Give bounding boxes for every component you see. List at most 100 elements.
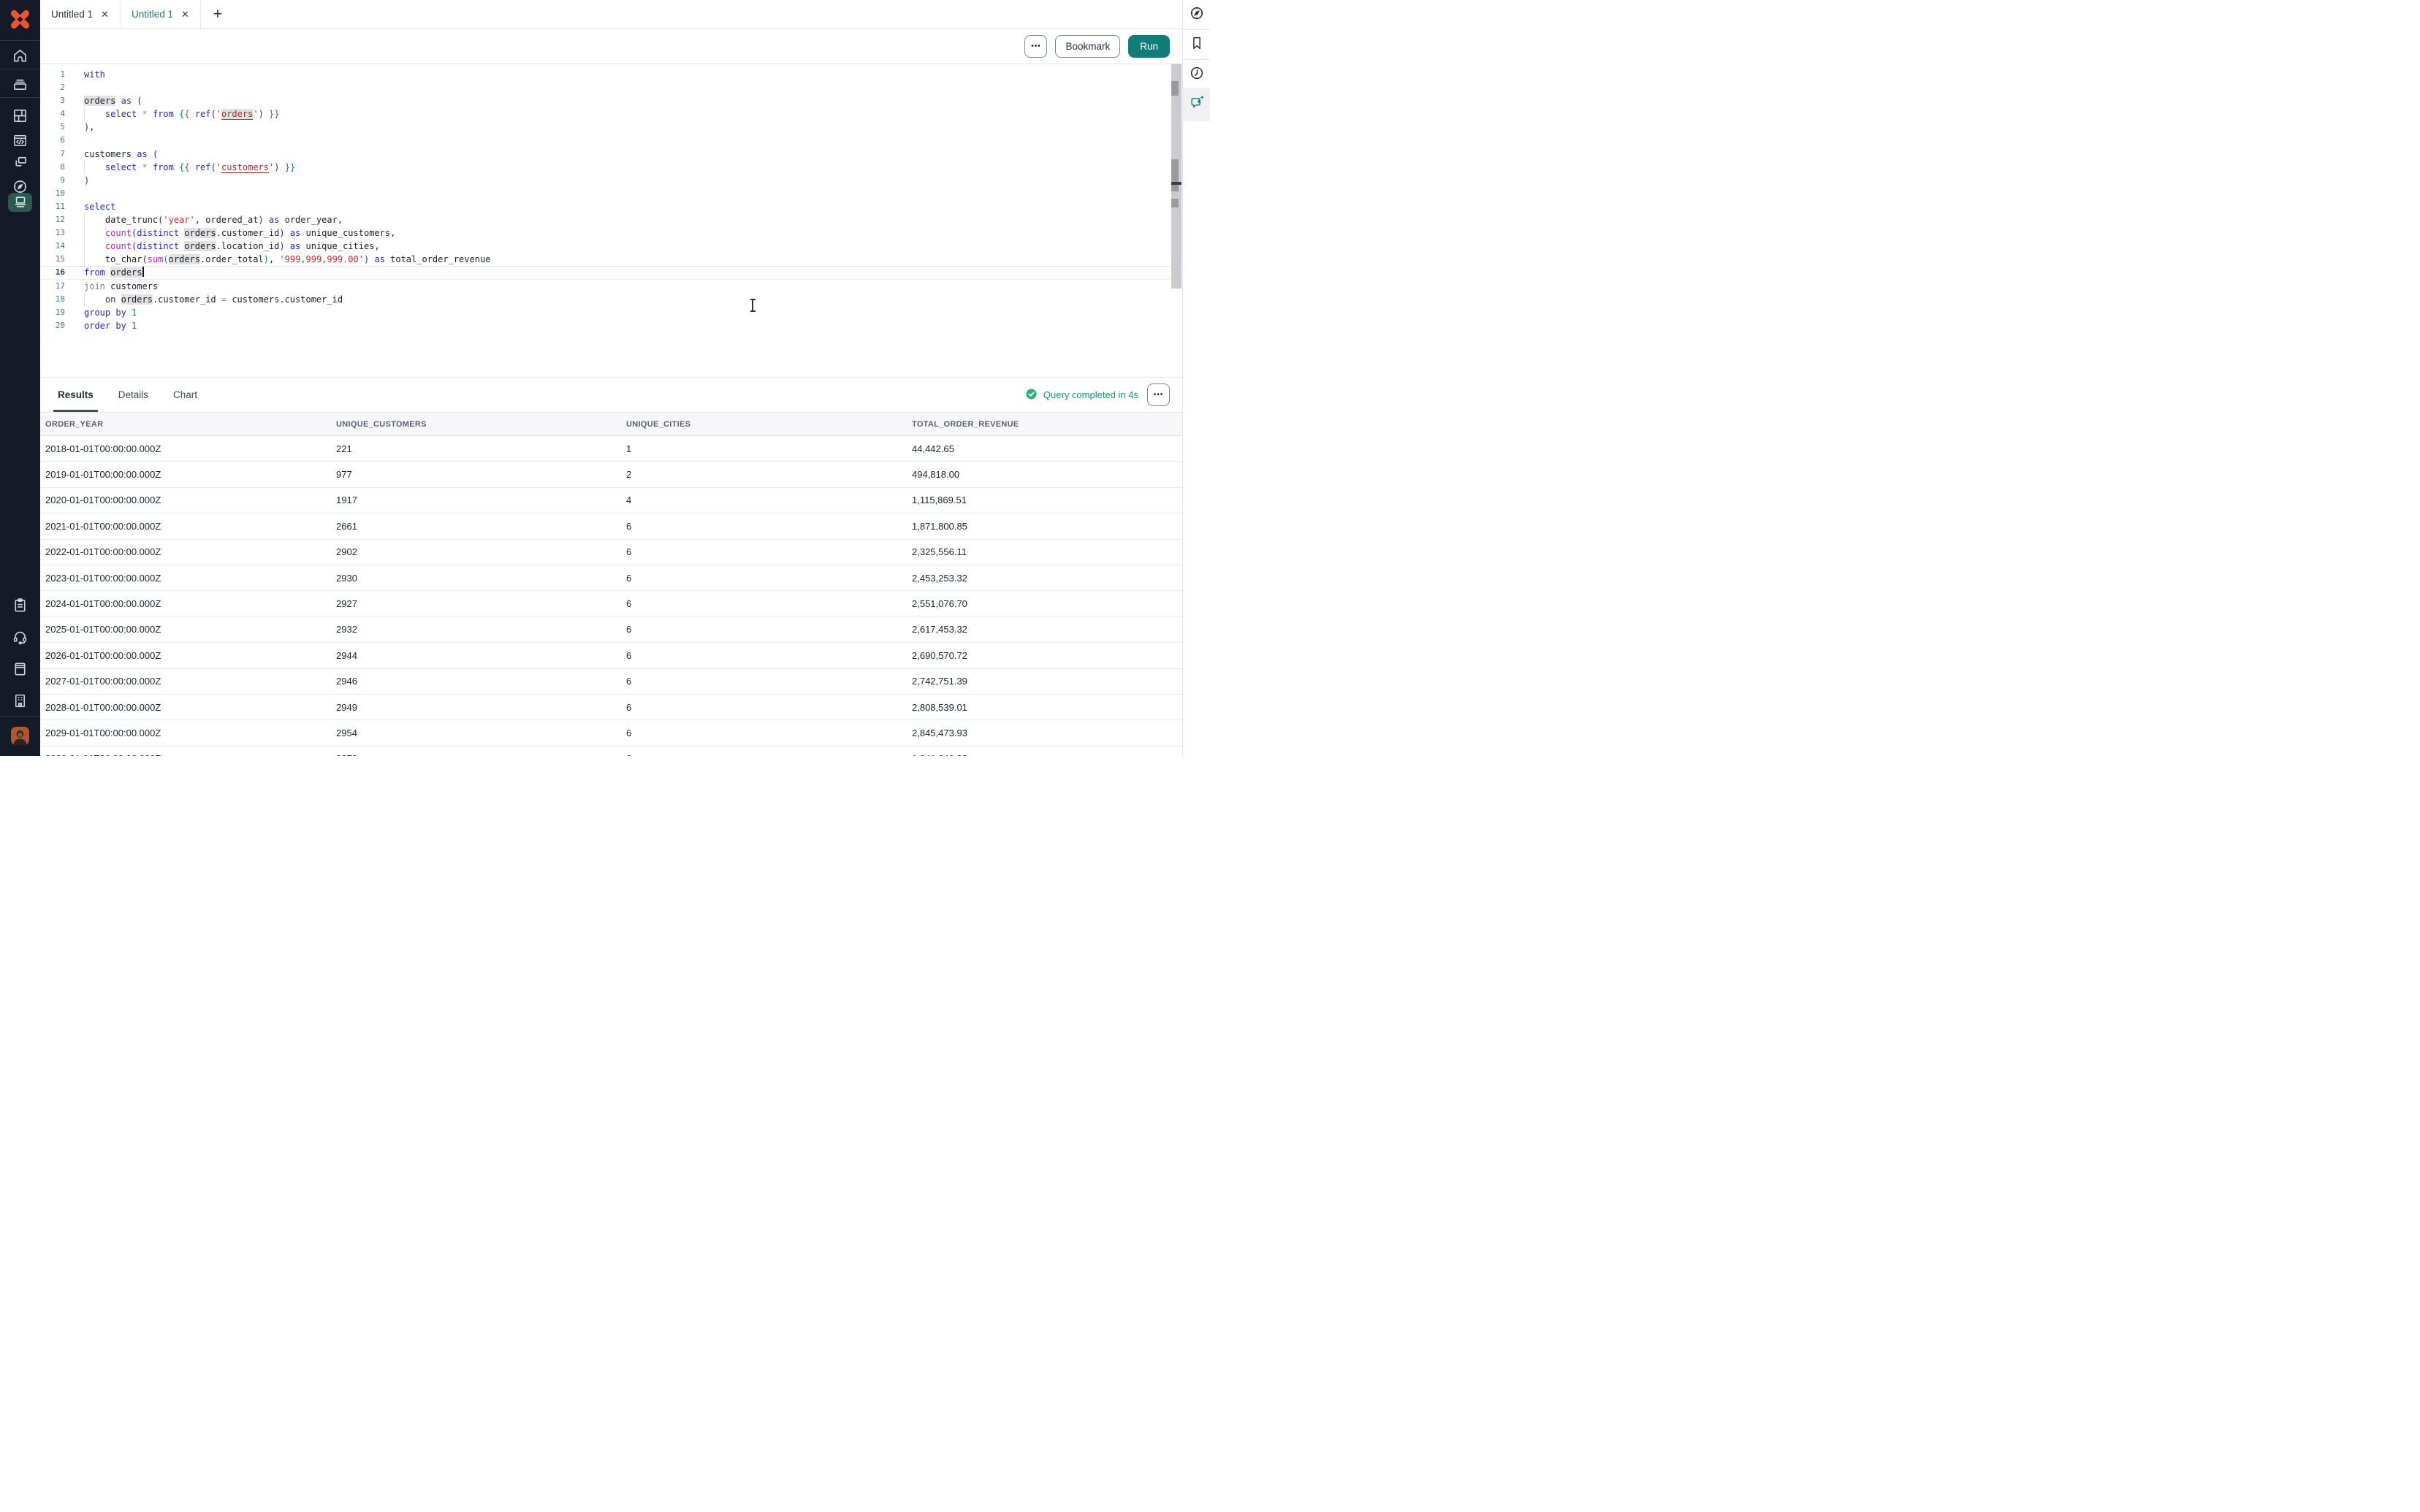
token: by xyxy=(115,308,126,318)
line-number: 6 xyxy=(40,134,65,147)
token: sum xyxy=(148,254,164,264)
sidebar-item-organization[interactable] xyxy=(0,687,40,714)
scroll-mark xyxy=(1171,199,1179,207)
sidebar-item-explore-right[interactable] xyxy=(1183,0,1210,29)
code-line[interactable]: 10 xyxy=(40,187,1182,200)
tab-details[interactable]: Details xyxy=(114,378,153,412)
sidebar-item-notebook-active[interactable] xyxy=(8,193,32,212)
table-row[interactable]: 2026-01-01T00:00:00.000Z294462,690,570.7… xyxy=(40,643,1182,668)
code-line[interactable]: 16from orders xyxy=(40,266,1182,279)
user-avatar[interactable] xyxy=(11,727,29,745)
bookmark-button[interactable]: Bookmark xyxy=(1055,35,1120,58)
sidebar-item-changelog[interactable] xyxy=(0,592,40,618)
tab-untitled-1[interactable]: Untitled 1 ✕ xyxy=(40,0,121,28)
table-row[interactable]: 2024-01-01T00:00:00.000Z292762,551,076.7… xyxy=(40,591,1182,616)
code-line[interactable]: 8 select * from {{ ref('customers') }} xyxy=(40,161,1182,174)
sidebar-item-dashboard[interactable] xyxy=(0,102,40,129)
column-header-total-order-revenue[interactable]: TOTAL_ORDER_REVENUE xyxy=(912,413,1182,436)
code-line[interactable]: 20order by 1 xyxy=(40,319,1182,332)
token: customers xyxy=(221,162,269,173)
token: as xyxy=(121,96,132,106)
table-cell: 2,453,253.32 xyxy=(912,565,1182,590)
table-row[interactable]: 2029-01-01T00:00:00.000Z295462,845,473.9… xyxy=(40,720,1182,746)
tab-untitled-2-active[interactable]: Untitled 1 ✕ xyxy=(121,0,201,28)
token: from xyxy=(84,267,105,278)
code-line[interactable]: 9) xyxy=(40,174,1182,187)
table-row[interactable]: 2023-01-01T00:00:00.000Z293062,453,253.3… xyxy=(40,565,1182,590)
token: 1 xyxy=(132,308,137,318)
table-cell: 2944 xyxy=(336,643,626,668)
scroll-mark xyxy=(1171,81,1179,96)
sidebar-item-history[interactable] xyxy=(1183,60,1210,89)
code-line[interactable]: 17join customers xyxy=(40,280,1182,293)
table-row[interactable]: 2018-01-01T00:00:00.000Z221144,442.65 xyxy=(40,436,1182,462)
code-line[interactable]: 1with xyxy=(40,68,1182,81)
table-row[interactable]: 2025-01-01T00:00:00.000Z293262,617,453.3… xyxy=(40,616,1182,642)
table-row[interactable]: 2021-01-01T00:00:00.000Z266161,871,800.8… xyxy=(40,513,1182,539)
code-line[interactable]: 15 to_char(sum(orders.order_total), '999… xyxy=(40,253,1182,266)
code-line[interactable]: 2 xyxy=(40,81,1182,94)
column-header-order-year[interactable]: ORDER_YEAR xyxy=(40,413,336,436)
tab-results[interactable]: Results xyxy=(53,378,98,412)
code-line[interactable]: 7customers as ( xyxy=(40,148,1182,161)
new-tab-button[interactable]: + xyxy=(201,0,235,28)
sidebar-item-collections[interactable] xyxy=(0,71,40,97)
sidebar-item-apps[interactable] xyxy=(0,148,40,175)
table-row[interactable]: 2022-01-01T00:00:00.000Z290262,325,556.1… xyxy=(40,539,1182,565)
table-row[interactable]: 2019-01-01T00:00:00.000Z9772494,818.00 xyxy=(40,462,1182,487)
code-text: count(distinct orders.customer_id) as un… xyxy=(84,226,395,240)
code-line[interactable]: 6 xyxy=(40,134,1182,147)
sidebar-item-home[interactable] xyxy=(0,42,40,69)
sql-editor[interactable]: 1with23orders as (4 select * from {{ ref… xyxy=(40,64,1182,377)
code-line[interactable]: 14 count(distinct orders.location_id) as… xyxy=(40,240,1182,253)
code-text: select * from {{ ref('orders') }} xyxy=(84,107,280,121)
code-line[interactable]: 19group by 1 xyxy=(40,306,1182,319)
hex-logo-icon[interactable] xyxy=(9,9,31,30)
run-button[interactable]: Run xyxy=(1128,35,1170,58)
tab-label: Untitled 1 xyxy=(51,9,93,20)
results-more-button[interactable]: ••• xyxy=(1147,383,1170,406)
table-row[interactable]: 2027-01-01T00:00:00.000Z294662,742,751.3… xyxy=(40,668,1182,694)
sidebar-item-bookmarks[interactable] xyxy=(1183,30,1210,59)
code-text: from orders xyxy=(84,267,144,278)
code-line[interactable]: 12 date_trunc('year', ordered_at) as ord… xyxy=(40,213,1182,226)
editor-scrollbar[interactable] xyxy=(1171,64,1182,289)
table-row[interactable]: 2020-01-01T00:00:00.000Z191741,115,869.5… xyxy=(40,487,1182,513)
table-cell: 2026-01-01T00:00:00.000Z xyxy=(40,643,336,668)
close-icon[interactable]: ✕ xyxy=(181,9,189,19)
table-row[interactable]: 2030-01-01T00:00:00.000Z287961,841,049.3… xyxy=(40,746,1182,756)
token: , ordered_at xyxy=(195,215,259,225)
column-header-unique-cities[interactable]: UNIQUE_CITIES xyxy=(626,413,912,436)
table-cell: 494,818.00 xyxy=(912,462,1182,487)
line-number: 1 xyxy=(40,68,65,81)
sidebar-item-support[interactable] xyxy=(0,624,40,650)
token: join xyxy=(84,281,105,291)
table-row[interactable]: 2028-01-01T00:00:00.000Z294962,808,539.0… xyxy=(40,694,1182,719)
table-cell: 1917 xyxy=(336,487,626,513)
token: by xyxy=(115,321,126,331)
close-icon[interactable]: ✕ xyxy=(101,9,109,19)
cell-toolbar: ••• Bookmark Run xyxy=(40,29,1182,64)
sidebar-item-docs[interactable] xyxy=(0,655,40,681)
token: '999,999,999.00' xyxy=(279,254,364,264)
code-line[interactable]: 11select xyxy=(40,200,1182,213)
table-cell: 4 xyxy=(626,487,912,513)
column-header-unique-customers[interactable]: UNIQUE_CUSTOMERS xyxy=(336,413,626,436)
line-number: 9 xyxy=(40,174,65,187)
code-line[interactable]: 13 count(distinct orders.customer_id) as… xyxy=(40,226,1182,240)
code-line[interactable]: 3orders as ( xyxy=(40,94,1182,107)
table-cell: 2025-01-01T00:00:00.000Z xyxy=(40,616,336,642)
code-line[interactable]: 18 on orders.customer_id = customers.cus… xyxy=(40,293,1182,306)
more-options-button[interactable]: ••• xyxy=(1024,35,1047,58)
code-line[interactable]: 4 select * from {{ ref('orders') }} xyxy=(40,107,1182,121)
line-number: 14 xyxy=(40,240,65,253)
code-line[interactable]: 5), xyxy=(40,121,1182,134)
token: ( xyxy=(211,162,216,172)
sidebar-item-ai-chat[interactable] xyxy=(1183,89,1210,118)
token: ref xyxy=(195,162,211,172)
token: .location_id xyxy=(216,241,280,251)
table-header-row: ORDER_YEAR UNIQUE_CUSTOMERS UNIQUE_CITIE… xyxy=(40,413,1182,436)
table-cell: 2 xyxy=(626,462,912,487)
ai-chat-sparkles-icon xyxy=(1189,94,1205,114)
tab-chart[interactable]: Chart xyxy=(169,378,202,412)
